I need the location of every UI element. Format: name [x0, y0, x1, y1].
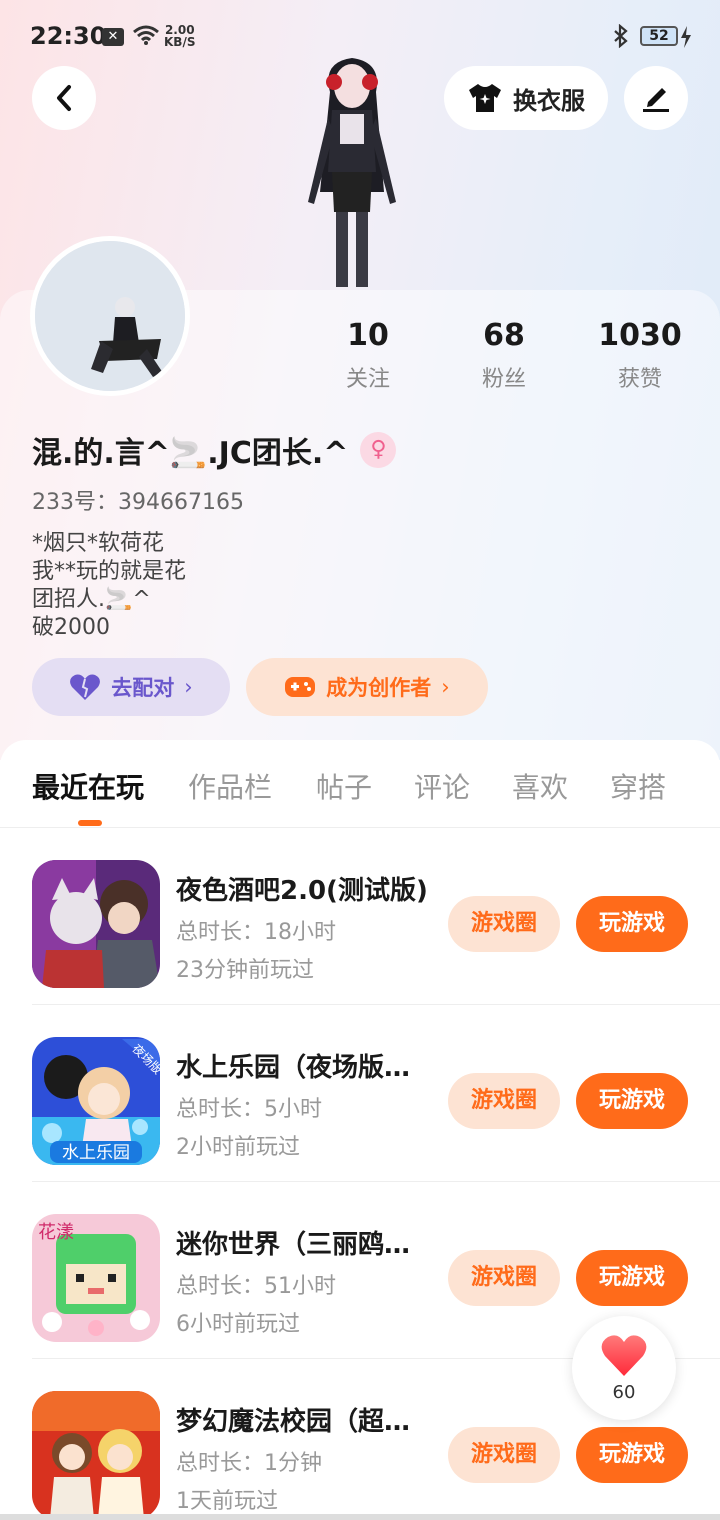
- game-icon-name-text: 水上乐园: [62, 1143, 130, 1163]
- stat-likes[interactable]: 1030 获赞: [572, 318, 708, 393]
- wifi-icon: [133, 25, 159, 45]
- active-tab-indicator: [78, 820, 102, 826]
- game-last-played: 23分钟前玩过: [176, 958, 314, 983]
- stat-following-label: 关注: [345, 367, 390, 392]
- avatar[interactable]: [30, 236, 190, 396]
- notification-icon: ✕: [102, 28, 124, 46]
- net-speed: 2.00 KB/S: [164, 24, 195, 48]
- shirt-icon: [469, 84, 501, 112]
- bio-line: 团招人.🚬^: [32, 587, 151, 612]
- tab-works[interactable]: 作品栏: [188, 766, 272, 806]
- profile-stats: 10 关注 68 粉丝 1030 获赞: [300, 318, 720, 393]
- heart-icon: [601, 1335, 647, 1376]
- tab-outfits[interactable]: 穿搭: [610, 766, 666, 806]
- status-time: 22:30: [30, 22, 107, 50]
- stat-fans-count: 68: [483, 318, 525, 353]
- game-icon[interactable]: [32, 1391, 160, 1519]
- chevron-right-icon: ›: [441, 675, 450, 699]
- bluetooth-icon: [614, 24, 628, 48]
- tab-comments[interactable]: 评论: [414, 766, 470, 806]
- game-last-played: 6小时前玩过: [176, 1312, 300, 1337]
- game-icon[interactable]: 夜场版 水上乐园: [32, 1037, 160, 1165]
- bio: *烟只*软荷花 我**玩的就是花 团招人.🚬^ 破2000: [32, 530, 186, 642]
- game-icon[interactable]: 花漾: [32, 1214, 160, 1342]
- play-game-button[interactable]: 玩游戏: [576, 1250, 688, 1306]
- play-game-button[interactable]: 玩游戏: [576, 1073, 688, 1129]
- like-count: 60: [612, 1382, 636, 1403]
- game-last-played: 1天前玩过: [176, 1489, 278, 1514]
- game-duration: 总时长：5小时: [176, 1097, 322, 1122]
- game-icon[interactable]: [32, 860, 160, 988]
- game-title: 梦幻魔法校园（超…: [176, 1407, 411, 1437]
- battery-indicator: 52: [640, 26, 678, 46]
- charging-icon: [681, 26, 691, 48]
- back-button[interactable]: [32, 66, 96, 130]
- net-speed-unit: KB/S: [164, 35, 196, 49]
- user-id[interactable]: 233号：394667165: [32, 484, 244, 516]
- chevron-left-icon: [57, 85, 71, 111]
- pen-icon: [643, 88, 669, 112]
- like-float-button[interactable]: 60: [572, 1316, 676, 1420]
- heart-icon: [70, 674, 101, 700]
- game-circle-button[interactable]: 游戏圈: [448, 1427, 560, 1483]
- play-game-button[interactable]: 玩游戏: [576, 896, 688, 952]
- tab-bar: 最近在玩 作品栏 帖子 评论 喜欢 穿搭: [0, 740, 720, 828]
- bio-line: 我**玩的就是花: [32, 559, 187, 584]
- game-list-item[interactable]: 夜色酒吧2.0(测试版) 总时长：18小时 23分钟前玩过 游戏圈 玩游戏: [0, 828, 720, 1005]
- game-circle-button[interactable]: 游戏圈: [448, 1250, 560, 1306]
- game-circle-button[interactable]: 游戏圈: [448, 896, 560, 952]
- become-creator-button[interactable]: 成为创作者 ›: [246, 658, 488, 716]
- game-duration: 总时长：18小时: [176, 920, 336, 945]
- game-title: 水上乐园（夜场版…: [176, 1053, 411, 1083]
- game-title: 夜色酒吧2.0(测试版): [176, 876, 428, 906]
- tab-recent-play[interactable]: 最近在玩: [32, 766, 144, 806]
- change-outfit-label: 换衣服: [513, 86, 585, 115]
- tab-posts[interactable]: 帖子: [316, 766, 372, 806]
- chevron-right-icon: ›: [184, 675, 193, 699]
- avatar-character-3d[interactable]: [292, 52, 412, 292]
- stat-following-count: 10: [347, 318, 389, 353]
- bio-line: *烟只*软荷花: [32, 531, 165, 556]
- become-creator-label: 成为创作者: [326, 676, 432, 700]
- stat-following[interactable]: 10 关注: [300, 318, 436, 393]
- game-title: 迷你世界（三丽鸥…: [176, 1230, 411, 1260]
- game-list-item[interactable]: 夜场版 水上乐园 水上乐园（夜场版… 总时长：5小时 2小时前玩过 游戏圈 玩游…: [0, 1005, 720, 1182]
- bio-line: 破2000: [32, 615, 110, 640]
- change-outfit-button[interactable]: 换衣服: [444, 66, 608, 130]
- nickname: 混.的.言^🚬.JC团长.^: [32, 436, 349, 471]
- avatar-image: [35, 241, 185, 391]
- edit-profile-button[interactable]: [624, 66, 688, 130]
- tab-likes[interactable]: 喜欢: [512, 766, 568, 806]
- match-button[interactable]: 去配对 ›: [32, 658, 230, 716]
- gamepad-icon: [285, 677, 316, 697]
- game-circle-button[interactable]: 游戏圈: [448, 1073, 560, 1129]
- game-duration: 总时长：51小时: [176, 1274, 336, 1299]
- game-last-played: 2小时前玩过: [176, 1135, 300, 1160]
- stat-likes-count: 1030: [598, 318, 682, 353]
- female-icon: ♀: [360, 432, 397, 468]
- scroll-edge: [0, 1514, 720, 1520]
- stat-fans[interactable]: 68 粉丝: [436, 318, 572, 393]
- match-label: 去配对: [111, 676, 175, 700]
- stat-likes-label: 获赞: [617, 367, 662, 392]
- nickname-row: 混.的.言^🚬.JC团长.^ ♀: [32, 428, 397, 472]
- play-game-button[interactable]: 玩游戏: [576, 1427, 688, 1483]
- game-duration: 总时长：1分钟: [176, 1451, 322, 1476]
- game-icon-badge-text: 花漾: [38, 1222, 74, 1243]
- stat-fans-label: 粉丝: [481, 367, 526, 392]
